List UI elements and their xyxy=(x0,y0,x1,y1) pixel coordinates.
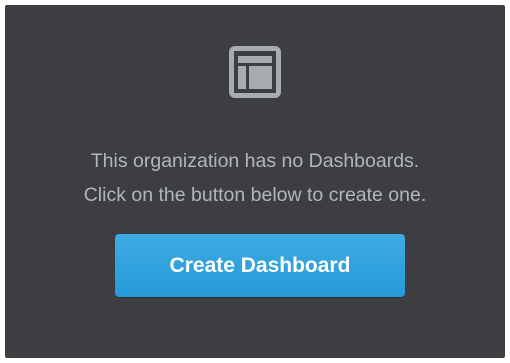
dashboard-layout-icon xyxy=(229,46,281,98)
empty-state-message-line-2: Click on the button below to create one. xyxy=(83,184,427,206)
empty-state-message-line-1: This organization has no Dashboards. xyxy=(90,150,420,172)
create-dashboard-button[interactable]: Create Dashboard xyxy=(115,234,405,297)
empty-state-panel: This organization has no Dashboards. Cli… xyxy=(5,5,505,358)
